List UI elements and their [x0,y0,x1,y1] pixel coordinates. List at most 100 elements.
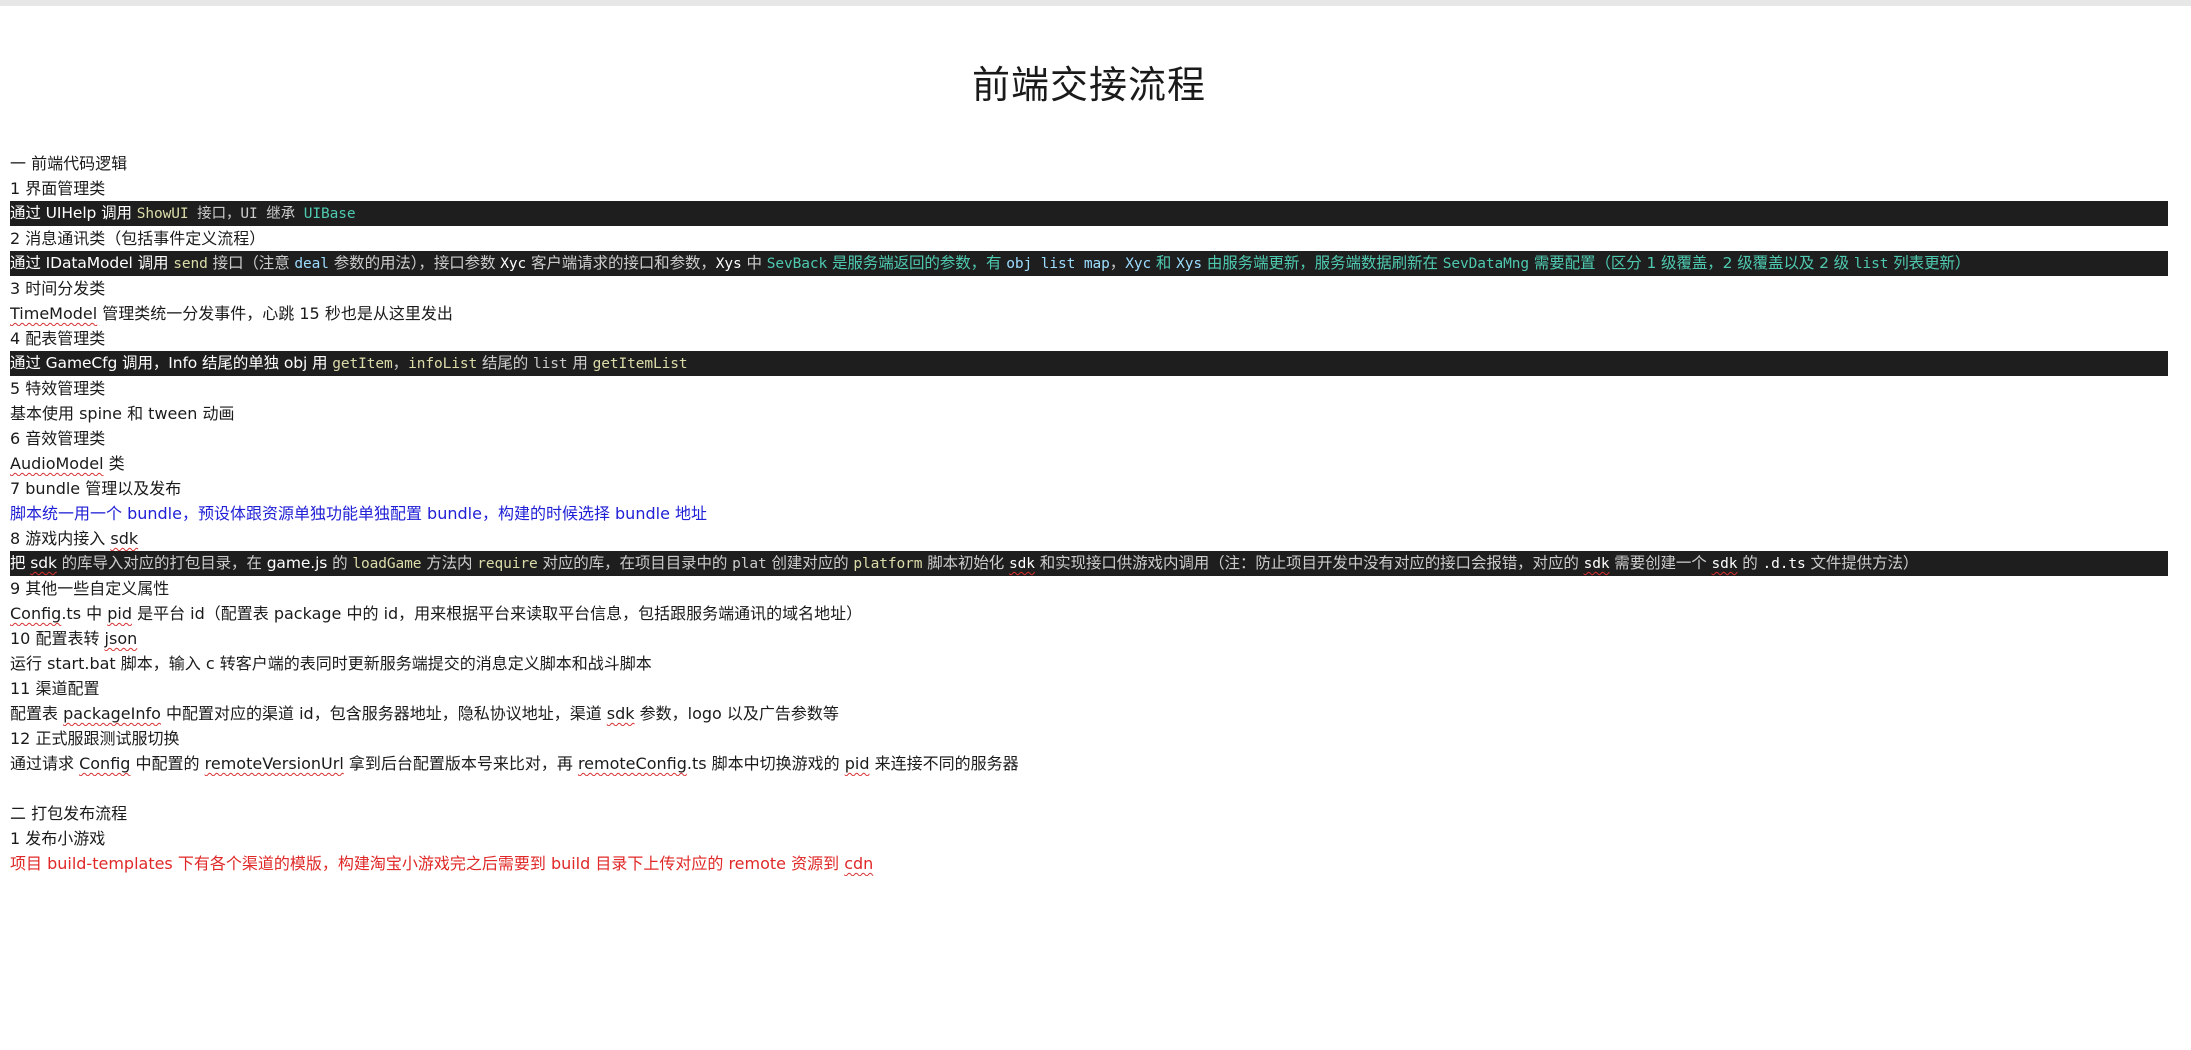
code-word: sdk [30,554,57,572]
code-word: SevDataMng [1442,256,1530,272]
item-heading: 8 游戏内接入 sdk [10,526,2168,551]
code-word: getItem [332,356,393,372]
item-heading: 12 正式服跟测试服切换 [10,729,180,748]
document-body: 前端交接流程 一 前端代码逻辑 1 界面管理类 通过 UIHelp 调用 Sho… [10,60,2168,876]
text: 是服务端返回的参数，有 [827,254,1007,272]
item-heading: 4 配表管理类 [10,329,106,348]
code-word: pid [107,604,132,623]
paragraph: Config.ts 中 pid 是平台 id（配置表 package 中的 id… [10,601,2168,626]
text: 对应的库，在项目目录中的 [537,554,733,572]
text: 中 [741,254,767,272]
code-word: GameCfg [45,354,118,372]
text: 来连接不同的服务器 [869,754,1019,773]
code-line: 通过 GameCfg 调用，Info 结尾的单独 obj 用 getItem，i… [10,351,2168,376]
item-heading: 11 渠道配置 [10,679,100,698]
text: 管理类统一分发事件，心跳 15 秒也是从这里发出 [97,304,453,323]
code-word: IDataModel [45,254,133,272]
code-word: sdk [110,529,139,548]
text: .ts 中 [61,604,108,623]
code-word: Xys [1176,256,1203,272]
text: 接口， [188,206,241,222]
item-heading: 9 其他一些自定义属性 [10,579,170,598]
code-line: 通过 UIHelp 调用 ShowUI 接口，UI 继承 UIBase [10,201,2168,226]
item-heading: 3 时间分发类 [10,279,106,298]
text: 继承 [257,206,304,222]
text: 调用， [117,354,169,372]
text: ， [1109,254,1126,272]
section-heading: 二 打包发布流程 [10,804,128,823]
item-heading: 2 消息通讯类（包括事件定义流程） [10,229,266,248]
code-word: remoteVersionUrl [204,754,344,773]
code-word: AudioModel [10,454,104,473]
text: 客户端请求的接口和参数， [526,254,716,272]
code-word: game.js [266,554,328,572]
code-word: SevBack [766,256,828,272]
code-word: send [173,256,208,272]
text: 接口（注意 [207,254,295,272]
code-word: platform [853,556,923,572]
text: 由服务端更新，服务端数据刷新在 [1202,254,1443,272]
code-word: TimeModel [10,304,98,323]
code-word: json [104,629,138,648]
code-word: getItemList [592,356,688,372]
text: 创建对应的 [766,554,854,572]
code-word: Xyc [500,256,527,272]
item-heading: 1 发布小游戏 [10,829,106,848]
item-heading: 10 配置表转 json [10,626,2168,651]
text: 的 [327,554,353,572]
text: 用 [307,354,333,372]
code-word: sdk [1583,556,1610,572]
text: 用 [567,354,593,372]
item-heading: 5 特效管理类 [10,379,106,398]
code-word: Info [168,354,198,372]
text: 文件提供方法） [1805,554,1919,572]
paragraph: 脚本统一用一个 bundle，预设体跟资源单独功能单独配置 bundle，构建的… [10,504,707,523]
text: 中配置对应的渠道 id，包含服务器地址，隐私协议地址，渠道 [160,704,607,723]
text: 通过 [10,254,46,272]
code-word: UIHelp [45,204,97,222]
code-word: deal [294,256,329,272]
text: 10 配置表转 [10,629,105,648]
code-word: obj list map [1006,256,1110,272]
text: 通过 [10,354,46,372]
paragraph: 基本使用 spine 和 tween 动画 [10,404,235,423]
text: 拿到后台配置版本号来比对，再 [343,754,578,773]
code-word: sdk [1711,556,1738,572]
code-word: UI [240,206,258,222]
top-toolbar-strip [0,0,2191,6]
code-word: list [1853,256,1889,272]
text: 8 游戏内接入 [10,529,111,548]
text: 调用 [96,204,137,222]
code-word: packageInfo [63,704,161,723]
code-word: sdk [1009,556,1035,572]
text: 通过 [10,204,46,222]
text: 把 [10,554,31,572]
code-word: Config [10,604,62,623]
section-heading: 一 前端代码逻辑 [10,154,128,173]
text: .ts 脚本中切换游戏的 [686,754,845,773]
item-heading: 1 界面管理类 [10,179,106,198]
code-line: 把 sdk 的库导入对应的打包目录，在 game.js 的 loadGame 方… [10,551,2168,576]
text: 项目 build-templates 下有各个渠道的模版，构建淘宝小游戏完之后需… [10,854,845,873]
paragraph: TimeModel 管理类统一分发事件，心跳 15 秒也是从这里发出 [10,301,2168,326]
text: 和实现接口供游戏内调用（注：防止项目开发中没有对应的接口会报错，对应的 [1034,554,1584,572]
text: 通过请求 [10,754,80,773]
code-word: infoList [408,356,478,372]
code-word: list [532,356,568,372]
text: 和 [1151,254,1177,272]
paragraph: 项目 build-templates 下有各个渠道的模版，构建淘宝小游戏完之后需… [10,851,2168,876]
code-word: pid [844,754,870,773]
code-word: Config [79,754,131,773]
code-word: remoteConfig [577,754,687,773]
code-word: loadGame [352,556,422,572]
code-word: Xys [715,256,742,272]
text: 配置表 [10,704,64,723]
code-line: 通过 IDataModel 调用 send 接口（注意 deal 参数的用法），… [10,251,2168,276]
code-word: ShowUI [136,206,189,222]
code-word: require [477,556,538,572]
text: 调用 [132,254,174,272]
code-word: plat [732,556,767,572]
text: 参数，logo 以及广告参数等 [634,704,839,723]
code-word: .d.ts [1762,556,1806,572]
